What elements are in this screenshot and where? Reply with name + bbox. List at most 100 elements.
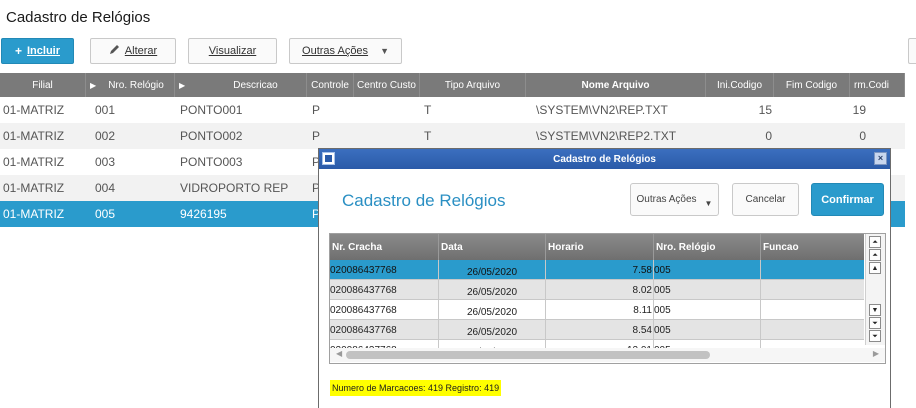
cell-nro-relogio: 002 xyxy=(95,129,116,143)
page-down-icon[interactable]: ⏷ xyxy=(869,317,881,329)
scroll-down-icon[interactable]: ▼ xyxy=(869,304,881,316)
cell-nome-arquivo: \SYSTEM\VN2\REP2.TXT xyxy=(536,129,677,143)
table-row-selected[interactable]: 020086437768 26/05/2020 7.58 005 xyxy=(330,260,864,280)
cell-horario: 8.54 xyxy=(546,320,654,340)
toolbar-overflow-edge xyxy=(908,38,916,64)
window-app-icon xyxy=(322,152,335,165)
chevron-down-icon: ▼ xyxy=(704,199,713,208)
column-header-trm-codigo[interactable]: rm.Codi xyxy=(850,73,905,97)
cell-nr-cracha: 020086437768 xyxy=(330,260,439,280)
cell-descricao: PONTO002 xyxy=(180,129,243,143)
cell-nr-cracha: 020086437768 xyxy=(330,280,439,300)
visualizar-button[interactable]: Visualizar xyxy=(188,38,277,64)
grid-header: Filial ▶ Nro. Relógio ▶ Descricao Contro… xyxy=(0,73,905,97)
horizontal-scroll-thumb[interactable] xyxy=(346,351,710,359)
column-header-centro-custo[interactable]: Centro Custo xyxy=(354,73,420,97)
column-header-nr-cracha[interactable]: Nr. Cracha xyxy=(330,234,439,260)
outras-acoes-button[interactable]: Outras Ações ▼ xyxy=(289,38,402,64)
table-row[interactable]: 01-MATRIZ 002 PONTO002 P T \SYSTEM\VN2\R… xyxy=(0,123,905,149)
cell-controle: P xyxy=(312,129,321,143)
column-header-label: Descricao xyxy=(233,79,278,91)
alterar-button[interactable]: Alterar xyxy=(90,38,176,64)
toolbar: + Incluir Alterar Visualizar Outras Açõe… xyxy=(0,38,916,64)
cell-filial: 01-MATRIZ xyxy=(3,207,65,221)
column-header-nro-relogio[interactable]: Nro. Relógio xyxy=(654,234,761,260)
cell-data: 26/05/2020 xyxy=(439,320,546,340)
column-header-controle[interactable]: Controle xyxy=(307,73,354,97)
cell-nro-relogio: 003 xyxy=(95,155,116,169)
plus-icon: + xyxy=(14,44,22,58)
pencil-icon xyxy=(109,44,120,58)
dialog-window-title: Cadastro de Relógios xyxy=(553,153,656,165)
table-row[interactable]: 020086437768 26/05/2020 8.54 005 xyxy=(330,320,864,340)
cell-funcao xyxy=(761,260,864,280)
cell-descricao: PONTO001 xyxy=(180,103,243,117)
cell-nro-relogio: 005 xyxy=(654,280,761,300)
dialog-titlebar[interactable]: Cadastro de Relógios × xyxy=(319,149,890,169)
sort-arrow-icon: ▶ xyxy=(179,80,186,90)
alterar-label: Alterar xyxy=(124,45,158,57)
confirmar-button[interactable]: Confirmar xyxy=(811,183,884,216)
cell-fim-codigo: 19 xyxy=(852,103,866,117)
cell-nr-cracha: 020086437768 xyxy=(330,300,439,320)
cell-horario: 8.11 xyxy=(546,300,654,320)
cell-data: 26/05/2020 xyxy=(439,300,546,320)
cell-funcao xyxy=(761,300,864,320)
cell-horario: 7.58 xyxy=(546,260,654,280)
column-header-nome-arquivo[interactable]: Nome Arquivo xyxy=(526,73,706,97)
table-row[interactable]: 01-MATRIZ 001 PONTO001 P T \SYSTEM\VN2\R… xyxy=(0,97,905,123)
column-header-descricao[interactable]: ▶ Descricao xyxy=(175,73,307,97)
scroll-right-icon[interactable]: ▶ xyxy=(873,349,879,358)
marcacoes-table: Nr. Cracha Data Horario Nro. Relógio Fun… xyxy=(329,233,886,364)
cell-tipo-arquivo: T xyxy=(424,103,432,117)
marcacoes-status-text: Numero de Marcacoes: 419 Registro: 419 xyxy=(330,380,502,396)
cadastro-relogios-dialog: Cadastro de Relógios × Cadastro de Relóg… xyxy=(318,148,891,408)
table-row[interactable]: 020086437768 26/05/2020 8.02 005 xyxy=(330,280,864,300)
cell-nr-cracha: 020086437768 xyxy=(330,320,439,340)
cell-filial: 01-MATRIZ xyxy=(3,129,65,143)
cell-data: 26/05/2020 xyxy=(439,260,546,280)
visualizar-label: Visualizar xyxy=(208,45,257,57)
cancelar-button[interactable]: Cancelar xyxy=(732,183,799,216)
column-header-label: Nro. Relógio xyxy=(108,79,164,91)
incluir-label: Incluir xyxy=(27,45,61,57)
page-up-icon[interactable]: ⏶ xyxy=(869,249,881,261)
cell-nro-relogio: 005 xyxy=(654,320,761,340)
horizontal-scrollbar[interactable]: ◀ ▶ xyxy=(330,348,885,362)
page-title: Cadastro de Relógios xyxy=(6,9,151,26)
cell-nro-relogio: 005 xyxy=(95,207,116,221)
cell-filial: 01-MATRIZ xyxy=(3,155,65,169)
cell-tipo-arquivo: T xyxy=(424,129,432,143)
cell-data: 26/05/2020 xyxy=(439,280,546,300)
cell-descricao: 9426195 xyxy=(180,207,227,221)
column-header-fim-codigo[interactable]: Fim Codigo xyxy=(774,73,850,97)
table-row[interactable]: 020086437768 26/05/2020 8.11 005 xyxy=(330,300,864,320)
marcacoes-table-header: Nr. Cracha Data Horario Nro. Relógio Fun… xyxy=(330,234,864,260)
incluir-button[interactable]: + Incluir xyxy=(1,38,74,64)
cell-funcao xyxy=(761,320,864,340)
column-header-ini-codigo[interactable]: Ini.Codigo xyxy=(706,73,774,97)
outras-acoes-label: Outras Ações xyxy=(302,45,369,57)
column-header-nro-relogio[interactable]: ▶ Nro. Relógio xyxy=(86,73,175,97)
cell-controle: P xyxy=(312,103,321,117)
column-header-data[interactable]: Data xyxy=(439,234,546,260)
outras-acoes-button[interactable]: Outras Ações ▼ xyxy=(630,183,719,216)
cell-nro-relogio: 001 xyxy=(95,103,116,117)
sort-arrow-icon: ▶ xyxy=(90,80,97,90)
close-icon[interactable]: × xyxy=(874,152,887,165)
column-header-filial[interactable]: Filial xyxy=(0,73,86,97)
vertical-scrollbar[interactable]: ⏶ ⏶ ▲ ▼ ⏷ ⏷ xyxy=(865,234,885,345)
column-header-funcao[interactable]: Funcao xyxy=(761,234,864,260)
cell-nro-relogio: 005 xyxy=(654,300,761,320)
column-header-horario[interactable]: Horario xyxy=(546,234,654,260)
scroll-top-icon[interactable]: ⏶ xyxy=(869,236,881,248)
scroll-left-icon[interactable]: ◀ xyxy=(336,349,342,358)
column-header-tipo-arquivo[interactable]: Tipo Arquivo xyxy=(420,73,526,97)
scroll-bottom-icon[interactable]: ⏷ xyxy=(869,330,881,342)
cell-nome-arquivo: \SYSTEM\VN2\REP.TXT xyxy=(536,103,668,117)
cell-descricao: VIDROPORTO REP xyxy=(180,181,289,195)
scroll-up-icon[interactable]: ▲ xyxy=(869,262,881,274)
cell-nro-relogio: 005 xyxy=(654,260,761,280)
cell-filial: 01-MATRIZ xyxy=(3,103,65,117)
cell-fim-codigo: 0 xyxy=(859,129,866,143)
